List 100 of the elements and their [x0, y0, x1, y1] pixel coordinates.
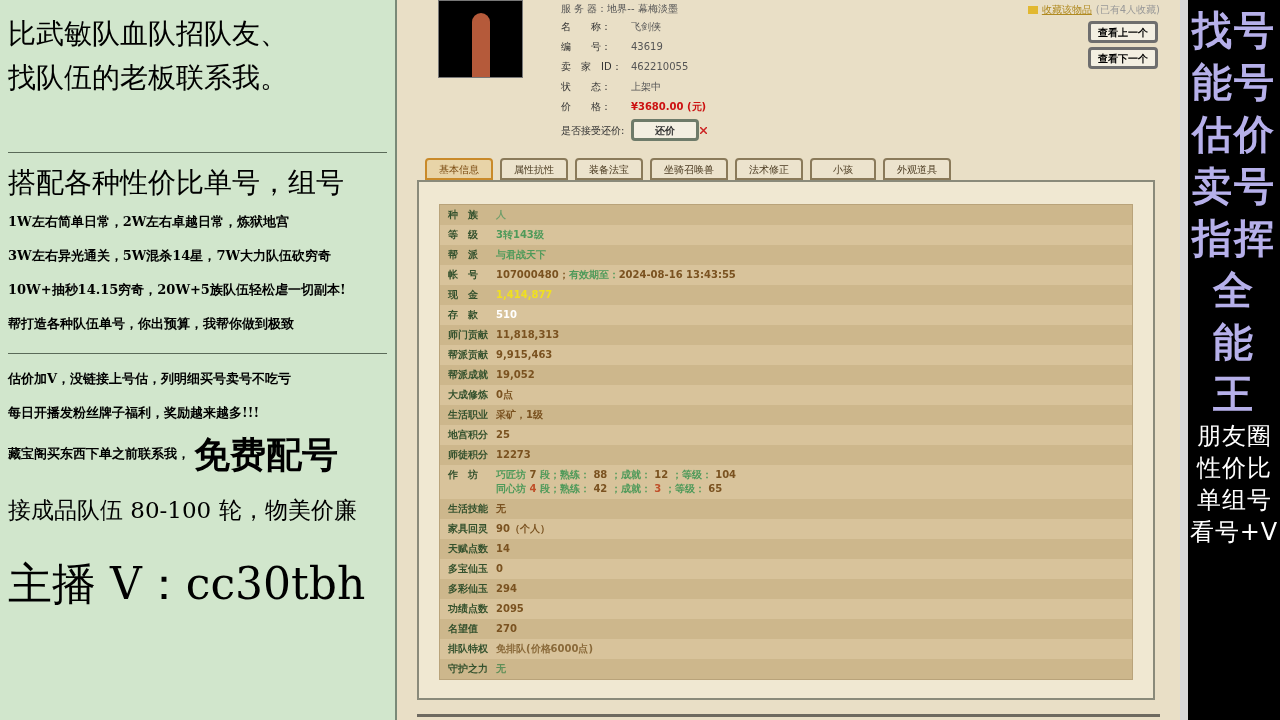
row-value: 12: [653, 469, 670, 480]
row-label: 帐 号: [447, 268, 479, 282]
row-value: 104: [714, 469, 737, 480]
tab[interactable]: 小孩: [810, 158, 876, 180]
row-value: 4: [528, 483, 538, 494]
row-label: 作 坊: [447, 468, 479, 482]
field-value: 462210055: [631, 59, 689, 74]
row-label: 师门贡献: [447, 328, 489, 342]
banner-text: 能号: [1192, 58, 1276, 107]
row-value: 0: [496, 563, 503, 574]
promo-text: 藏宝阁买东西下单之前联系我，: [8, 445, 190, 463]
row-value: 无: [496, 663, 506, 674]
row-value: 510: [496, 309, 517, 320]
nav-button[interactable]: 查看下一个: [1088, 47, 1158, 69]
promo-text: 接成品队伍 80-100 轮，物美价廉: [8, 496, 357, 525]
tab[interactable]: 法术修正: [735, 158, 803, 180]
row-label: 存 款: [447, 308, 479, 322]
row-label: 名望值: [447, 622, 479, 636]
row-value: 19,052: [496, 369, 535, 380]
row-label: 地宫积分: [447, 428, 489, 442]
banner-text: 全: [1213, 266, 1255, 315]
banner-caption: 朋友圈: [1196, 421, 1272, 452]
banner-text: 估价: [1192, 110, 1276, 159]
row-value: 与君战天下: [496, 249, 546, 260]
row-value: 段；熟练：: [539, 469, 590, 480]
row-value: 1,414,877: [496, 289, 553, 300]
field-value: ¥3680.00 (元): [631, 99, 707, 114]
promo-text: 1W左右简单日常，2W左右卓越日常，炼狱地宫: [8, 213, 290, 231]
row-value: 107000480；: [496, 269, 569, 280]
tab[interactable]: 坐骑召唤兽: [650, 158, 728, 180]
row-value: ；成就：: [610, 469, 651, 480]
field-label: 编 号：: [561, 39, 612, 54]
field-label: 价 格：: [561, 99, 612, 114]
promo-text: 估价加V，没链接上号估，列明细买号卖号不吃亏: [8, 370, 292, 388]
row-value: 段；熟练：: [539, 483, 590, 494]
promo-text: 主播 V：cc30tbh: [8, 557, 366, 611]
close-icon: [700, 126, 707, 134]
row-label: 功绩点数: [447, 602, 489, 616]
row-value: 65: [707, 483, 723, 494]
row-value: 同心坊: [496, 483, 526, 494]
row-value: 11,818,313: [496, 329, 560, 340]
row-value: 270: [496, 623, 517, 634]
promo-text: 每日开播发粉丝牌子福利，奖励越来越多!!!: [8, 404, 260, 422]
row-value: ；等级：: [664, 483, 705, 494]
row-label: 多彩仙玉: [447, 582, 489, 596]
row-value: 3转143级: [496, 229, 544, 240]
counter-offer-button[interactable]: 还价: [631, 119, 699, 141]
field-value: 飞剑侠: [631, 19, 661, 34]
promo-highlight: 免费配号: [194, 432, 338, 477]
field-value: 43619: [631, 39, 663, 54]
banner-caption: 看号+V: [1189, 517, 1279, 548]
row-value: 采矿，1级: [496, 409, 543, 420]
row-label: 家具回灵: [447, 522, 489, 536]
row-value: 88: [592, 469, 609, 480]
row-label: 现 金: [447, 288, 479, 302]
banner-text: 指挥: [1192, 214, 1276, 263]
banner-text: 找号: [1192, 6, 1276, 55]
row-label: 帮派成就: [447, 368, 489, 382]
row-label: 等 级: [447, 228, 479, 242]
row-label: 排队特权: [447, 642, 489, 656]
row-value: 7: [528, 469, 538, 480]
row-label: 帮 派: [447, 248, 479, 262]
row-label: 大成修炼: [447, 388, 489, 402]
nav-button[interactable]: 查看上一个: [1088, 21, 1158, 43]
banner-text: 能: [1213, 318, 1255, 367]
promo-text: 帮打造各种队伍单号，你出预算，我帮你做到极致: [8, 315, 294, 333]
field-value: 上架中: [631, 79, 661, 94]
row-label: 守护之力: [447, 662, 489, 676]
server-text: 服 务 器：地界-- 幕梅淡墨: [561, 2, 679, 16]
banner-caption: 性价比: [1196, 453, 1272, 484]
promo-text: 找队伍的老板联系我。: [8, 60, 288, 96]
field-label: 状 态：: [561, 79, 612, 94]
row-value: 巧匠坊: [496, 469, 526, 480]
tab[interactable]: 基本信息: [425, 158, 493, 180]
row-value: 3: [653, 483, 663, 494]
row-label: 多宝仙玉: [447, 562, 489, 576]
row-value: ；等级：: [671, 469, 712, 480]
row-value: 42: [592, 483, 609, 494]
row-value: 2024-08-16 13:43:55: [618, 269, 736, 280]
promo-text: 比武敏队血队招队友、: [8, 16, 288, 52]
row-value: 2095: [496, 603, 524, 614]
tab[interactable]: 属性抗性: [500, 158, 568, 180]
row-value: 294: [496, 583, 517, 594]
row-value: 人: [496, 209, 506, 220]
row-label: 师徒积分: [447, 448, 489, 462]
row-value: 12273: [496, 449, 531, 460]
row-label: 种 族: [447, 208, 479, 222]
row-value: 0点: [496, 389, 513, 400]
tab[interactable]: 装备法宝: [575, 158, 643, 180]
row-label: 天赋点数: [447, 542, 489, 556]
row-value: 无: [496, 503, 506, 514]
row-value: 9,915,463: [496, 349, 553, 360]
promo-text: 10W+抽秒14.15穷奇，20W+5族队伍轻松虐一切副本!: [8, 281, 346, 299]
field-label: 是否接受还价:: [561, 123, 626, 138]
tab[interactable]: 外观道具: [883, 158, 951, 180]
promo-text: 搭配各种性价比单号，组号: [8, 165, 344, 201]
row-value: 免排队(价格6000点): [496, 643, 593, 654]
row-value: 25: [496, 429, 510, 440]
banner-caption: 单组号: [1196, 485, 1272, 516]
row-value: ；成就：: [610, 483, 651, 494]
